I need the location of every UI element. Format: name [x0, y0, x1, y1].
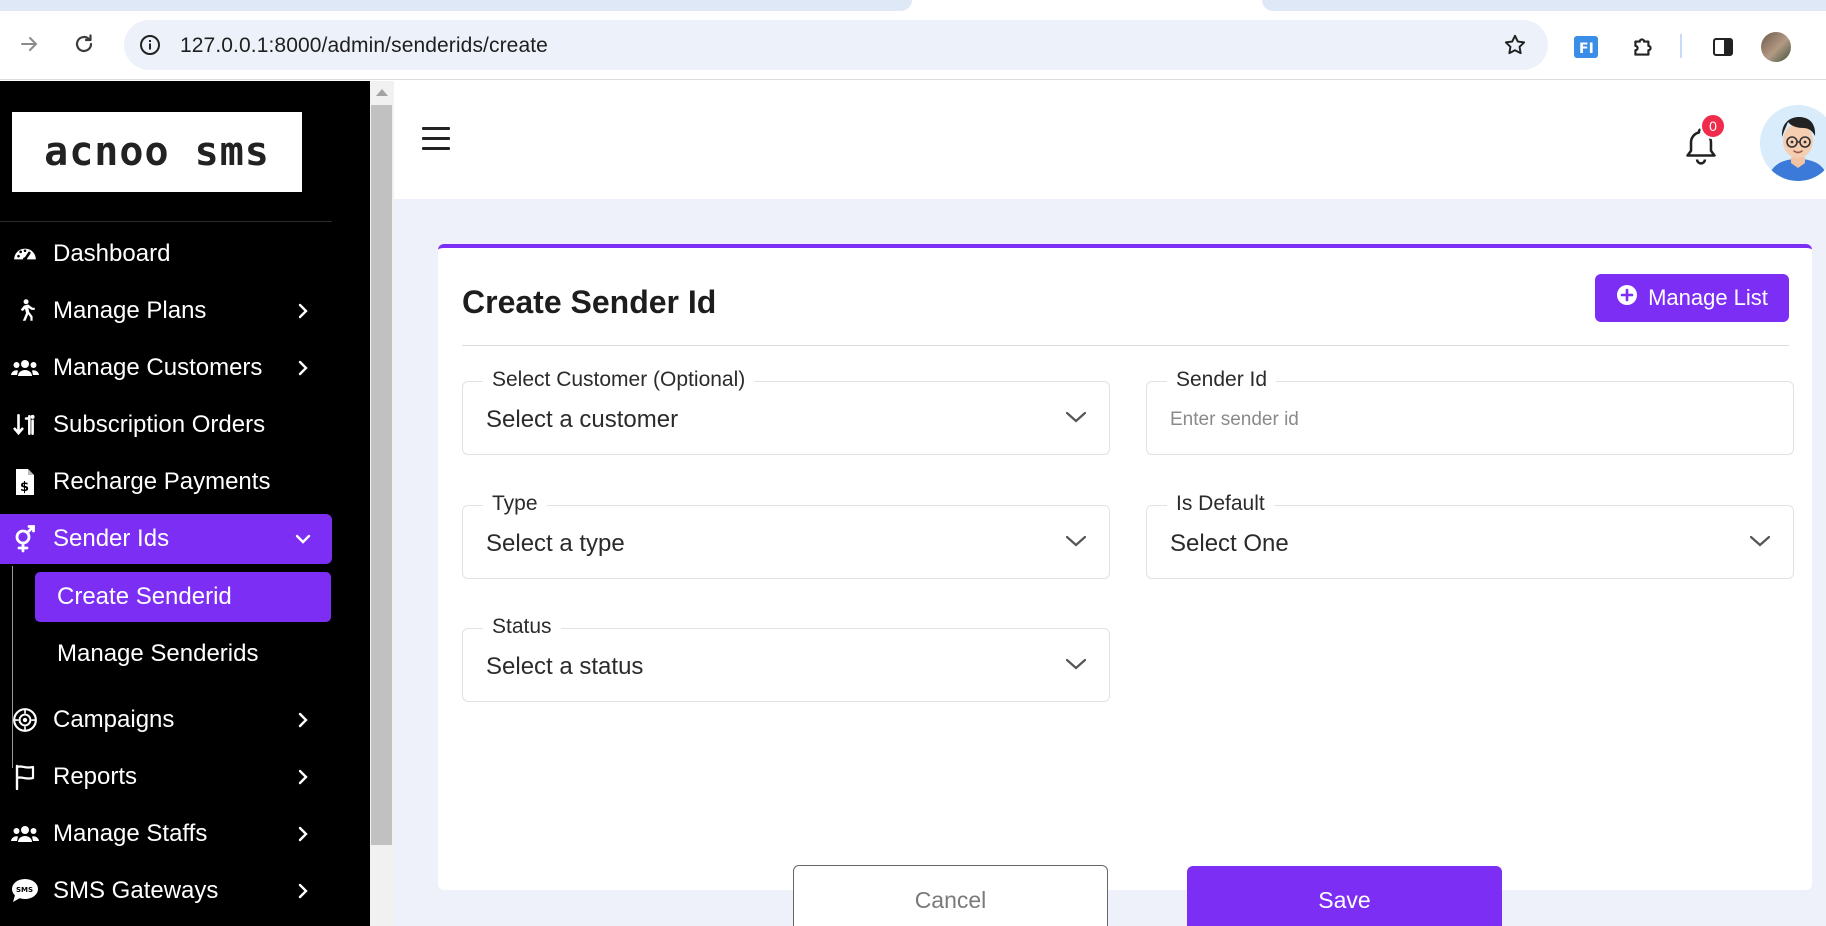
extension-fi-icon[interactable]: FI: [1573, 33, 1601, 61]
sidebar-item-label: Manage Plans: [53, 297, 207, 324]
sidebar-item-subscription-orders[interactable]: Subscription Orders: [0, 400, 332, 450]
sidebar-item-label: Manage Staffs: [53, 820, 208, 847]
chevron-down-icon: [292, 528, 314, 550]
manage-list-button[interactable]: Manage List: [1595, 274, 1789, 322]
submenu-item-label: Create Senderid: [57, 583, 232, 610]
users-icon: [10, 353, 40, 383]
svg-text:$: $: [20, 480, 29, 495]
chevron-down-icon: [1749, 534, 1771, 550]
card-divider: [462, 345, 1789, 346]
side-panel-icon[interactable]: [1709, 33, 1737, 61]
main-content: 0 Create Sender Id Manage List Select Cu…: [394, 81, 1826, 926]
submenu-item-create-senderid[interactable]: Create Senderid: [35, 572, 331, 622]
sidebar-item-campaigns[interactable]: Campaigns: [0, 695, 332, 745]
url-text[interactable]: 127.0.0.1:8000/admin/senderids/create: [180, 34, 548, 58]
sidebar: acnoo sms Dashboard Manage Plans Manage …: [0, 81, 370, 926]
save-button[interactable]: Save: [1187, 866, 1502, 926]
chevron-right-icon: [292, 766, 314, 788]
chevron-right-icon: [292, 357, 314, 379]
hamburger-menu-icon[interactable]: [422, 127, 452, 153]
forward-icon[interactable]: [16, 30, 44, 58]
page-title: Create Sender Id: [462, 284, 717, 320]
sender-id-placeholder[interactable]: Enter sender id: [1170, 409, 1299, 431]
extension-fi-label: FI: [1579, 41, 1594, 57]
sidebar-item-label: SMS Gateways: [53, 877, 219, 904]
browser-tab-left[interactable]: [0, 0, 912, 11]
sidebar-item-manage-plans[interactable]: Manage Plans: [0, 286, 332, 336]
campaign-icon: [10, 705, 40, 735]
logo-text: acnoo sms: [44, 129, 270, 175]
chevron-right-icon: [292, 880, 314, 902]
sidebar-item-recharge-payments[interactable]: $ Recharge Payments: [0, 457, 332, 507]
sidebar-item-label: Recharge Payments: [53, 468, 271, 495]
sort-arrows-icon: [10, 410, 40, 440]
is-default-label: Is Default: [1167, 492, 1274, 516]
sidebar-item-label: Dashboard: [53, 240, 171, 267]
extensions-puzzle-icon[interactable]: [1629, 33, 1657, 61]
dashboard-gauge-icon: [10, 239, 40, 269]
site-info-icon[interactable]: [138, 33, 162, 57]
cancel-button[interactable]: Cancel: [793, 865, 1108, 926]
status-select-value: Select a status: [486, 653, 644, 680]
gender-icon: [10, 524, 40, 554]
status-select-label: Status: [483, 615, 561, 639]
flag-icon: [10, 762, 40, 792]
tab-strip: [0, 0, 1826, 12]
chevron-down-icon: [1065, 657, 1087, 673]
sidebar-item-manage-staffs[interactable]: Manage Staffs: [0, 809, 332, 859]
users-icon: [10, 819, 40, 849]
sidebar-item-manage-customers[interactable]: Manage Customers: [0, 343, 332, 393]
plus-circle-icon: [1616, 284, 1638, 312]
bookmark-star-icon[interactable]: [1502, 32, 1528, 58]
customer-select[interactable]: Select Customer (Optional) Select a cust…: [462, 368, 1110, 455]
walking-person-icon: [10, 296, 40, 326]
type-select[interactable]: Type Select a type: [462, 492, 1110, 579]
sender-id-field[interactable]: Sender Id Enter sender id: [1146, 368, 1794, 455]
reload-icon[interactable]: [70, 30, 98, 58]
sender-id-label: Sender Id: [1167, 368, 1277, 392]
sidebar-item-label: Manage Customers: [53, 354, 263, 381]
create-sender-id-card: Create Sender Id Manage List Select Cust…: [438, 244, 1812, 926]
browser-profile-avatar[interactable]: [1761, 32, 1791, 62]
sidebar-item-label: Reports: [53, 763, 138, 790]
sms-bubble-icon: SMS: [10, 876, 40, 906]
is-default-select[interactable]: Is Default Select One: [1146, 492, 1794, 579]
sidebar-item-dashboard[interactable]: Dashboard: [0, 229, 332, 279]
invoice-dollar-icon: $: [10, 467, 40, 497]
chevron-right-icon: [292, 300, 314, 322]
is-default-value: Select One: [1170, 530, 1289, 557]
sidebar-divider: [0, 221, 332, 222]
scrollbar-thumb[interactable]: [371, 105, 392, 845]
customer-select-label: Select Customer (Optional): [483, 368, 755, 392]
sidebar-item-sender-ids[interactable]: Sender Ids: [0, 514, 332, 564]
submenu-item-label: Manage Senderids: [57, 640, 259, 667]
chevron-right-icon: [292, 823, 314, 845]
svg-text:SMS: SMS: [16, 886, 33, 894]
type-select-value: Select a type: [486, 530, 625, 557]
type-select-label: Type: [483, 492, 547, 516]
scroll-up-arrow-icon[interactable]: [376, 89, 388, 96]
customer-select-value: Select a customer: [486, 406, 679, 433]
toolbar-separator: [1680, 34, 1682, 58]
sidebar-item-sms-gateways[interactable]: SMS SMS Gateways: [0, 866, 332, 916]
sidebar-item-label: Sender Ids: [53, 525, 170, 552]
chevron-down-icon: [1065, 410, 1087, 426]
browser-toolbar: 127.0.0.1:8000/admin/senderids/create FI: [0, 12, 1826, 80]
user-avatar[interactable]: [1760, 105, 1826, 181]
sidebar-item-reports[interactable]: Reports: [0, 752, 332, 802]
status-select[interactable]: Status Select a status: [462, 615, 1110, 702]
chevron-down-icon: [1065, 534, 1087, 550]
chevron-right-icon: [292, 709, 314, 731]
browser-tab-right[interactable]: [1262, 0, 1826, 11]
top-header: 0: [394, 81, 1826, 199]
address-bar[interactable]: 127.0.0.1:8000/admin/senderids/create: [124, 20, 1548, 70]
sidebar-item-label: Subscription Orders: [53, 411, 266, 438]
sidebar-item-label: Campaigns: [53, 706, 175, 733]
logo[interactable]: acnoo sms: [12, 112, 302, 192]
notification-count-badge: 0: [1700, 113, 1726, 139]
manage-list-label: Manage List: [1648, 285, 1768, 310]
submenu-item-manage-senderids[interactable]: Manage Senderids: [35, 629, 331, 679]
